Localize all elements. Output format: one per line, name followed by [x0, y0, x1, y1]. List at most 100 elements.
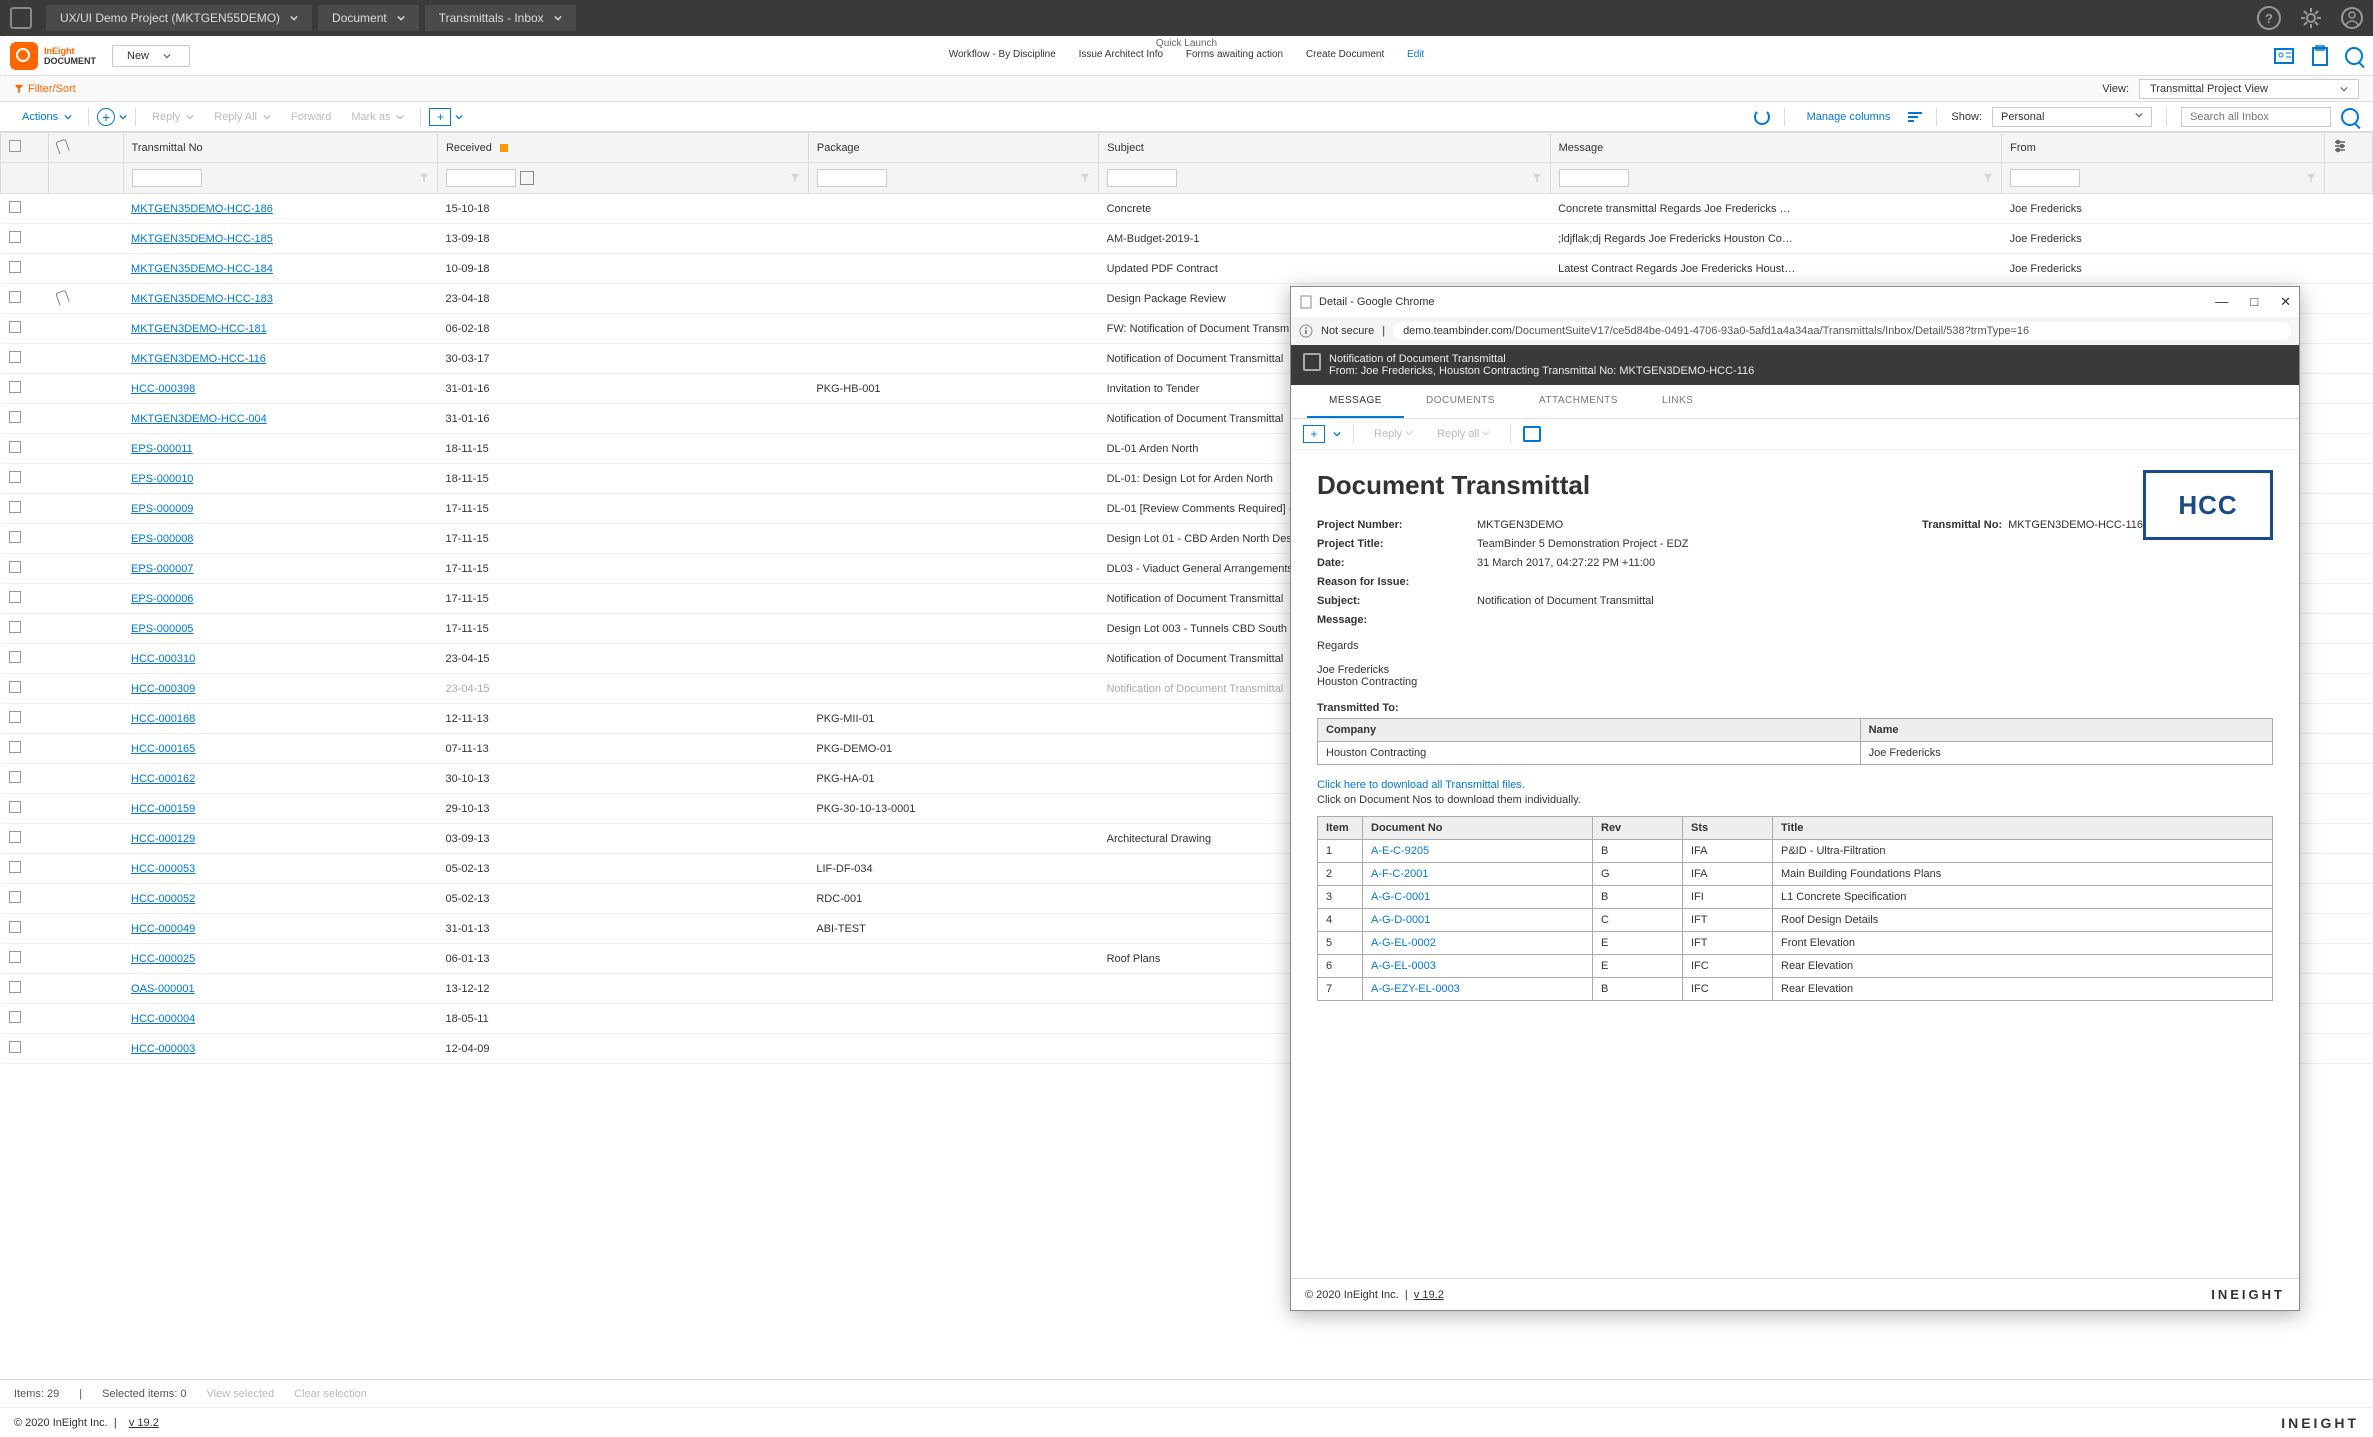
row-checkbox[interactable]: [9, 591, 21, 603]
col-from[interactable]: From: [2002, 133, 2325, 163]
table-row[interactable]: MKTGEN35DEMO-HCC-18615-10-18ConcreteConc…: [1, 194, 2373, 224]
search-input[interactable]: [2181, 107, 2331, 127]
manage-columns-button[interactable]: Manage columns: [1799, 107, 1899, 127]
document-link[interactable]: A-F-C-2001: [1371, 868, 1428, 880]
info-icon[interactable]: [1299, 324, 1313, 338]
ql-edit[interactable]: Edit: [1407, 49, 1424, 60]
printer-icon[interactable]: [1523, 426, 1541, 442]
row-checkbox[interactable]: [9, 291, 21, 303]
row-checkbox[interactable]: [9, 261, 21, 273]
row-checkbox[interactable]: [9, 771, 21, 783]
calendar-icon[interactable]: [520, 171, 534, 185]
row-checkbox[interactable]: [9, 741, 21, 753]
sort-icon[interactable]: [1908, 112, 1922, 122]
transmittal-link[interactable]: MKTGEN35DEMO-HCC-185: [131, 233, 273, 245]
transmittal-link[interactable]: HCC-000168: [131, 713, 195, 725]
row-checkbox[interactable]: [9, 231, 21, 243]
col-transmittal-no[interactable]: Transmittal No: [123, 133, 437, 163]
transmittal-link[interactable]: MKTGEN3DEMO-HCC-181: [131, 323, 267, 335]
tab-links[interactable]: LINKS: [1640, 385, 1715, 418]
ql-link[interactable]: Forms awaiting action: [1186, 49, 1283, 60]
panel-button[interactable]: +: [429, 108, 451, 126]
transmittal-link[interactable]: HCC-000159: [131, 803, 195, 815]
ql-link[interactable]: Issue Architect Info: [1079, 49, 1164, 60]
col-settings[interactable]: [2324, 133, 2372, 163]
popup-add-button[interactable]: +: [1303, 425, 1325, 443]
col-subject[interactable]: Subject: [1099, 133, 1551, 163]
row-checkbox[interactable]: [9, 621, 21, 633]
transmittal-link[interactable]: MKTGEN35DEMO-HCC-183: [131, 293, 273, 305]
show-dropdown[interactable]: Personal: [1992, 107, 2152, 127]
row-checkbox[interactable]: [9, 831, 21, 843]
row-checkbox[interactable]: [9, 201, 21, 213]
transmittal-link[interactable]: HCC-000162: [131, 773, 195, 785]
transmittal-link[interactable]: EPS-000010: [131, 473, 193, 485]
document-link[interactable]: A-G-EZY-EL-0003: [1371, 983, 1460, 995]
project-dropdown[interactable]: UX/UI Demo Project (MKTGEN55DEMO): [46, 5, 312, 31]
section-dropdown[interactable]: Transmittals - Inbox: [425, 5, 576, 31]
clipboard-icon[interactable]: [2309, 45, 2331, 67]
table-row[interactable]: MKTGEN35DEMO-HCC-18410-09-18Updated PDF …: [1, 254, 2373, 284]
transmittal-link[interactable]: MKTGEN3DEMO-HCC-004: [131, 413, 267, 425]
clear-selection-link[interactable]: Clear selection: [294, 1388, 367, 1400]
row-checkbox[interactable]: [9, 801, 21, 813]
transmittal-link[interactable]: EPS-000008: [131, 533, 193, 545]
search-icon[interactable]: [2345, 47, 2363, 65]
table-row[interactable]: MKTGEN35DEMO-HCC-18513-09-18AM-Budget-20…: [1, 224, 2373, 254]
col-checkbox[interactable]: [1, 133, 49, 163]
transmittal-link[interactable]: HCC-000310: [131, 653, 195, 665]
contact-card-icon[interactable]: [2273, 45, 2295, 67]
forward-button[interactable]: Forward: [283, 107, 339, 127]
row-checkbox[interactable]: [9, 921, 21, 933]
transmittal-link[interactable]: EPS-000009: [131, 503, 193, 515]
filter-message[interactable]: [1559, 169, 1629, 187]
filter-package[interactable]: [817, 169, 887, 187]
document-link[interactable]: A-G-D-0001: [1371, 914, 1430, 926]
transmittal-link[interactable]: HCC-000049: [131, 923, 195, 935]
filter-from[interactable]: [2010, 169, 2080, 187]
mark-as-button[interactable]: Mark as: [343, 107, 412, 127]
transmittal-link[interactable]: HCC-000003: [131, 1043, 195, 1055]
actions-dropdown[interactable]: Actions: [14, 107, 80, 127]
transmittal-link[interactable]: MKTGEN35DEMO-HCC-184: [131, 263, 273, 275]
row-checkbox[interactable]: [9, 441, 21, 453]
row-checkbox[interactable]: [9, 531, 21, 543]
panel-dropdown-chevron-icon[interactable]: [455, 113, 463, 121]
user-icon[interactable]: [2341, 7, 2363, 29]
view-selected-link[interactable]: View selected: [206, 1388, 274, 1400]
tab-message[interactable]: MESSAGE: [1307, 385, 1404, 418]
row-checkbox[interactable]: [9, 711, 21, 723]
col-message[interactable]: Message: [1550, 133, 2002, 163]
filter-received[interactable]: [446, 169, 516, 187]
funnel-icon[interactable]: [2306, 173, 2316, 183]
document-link[interactable]: A-G-EL-0003: [1371, 960, 1436, 972]
funnel-icon[interactable]: [1983, 173, 1993, 183]
reply-button[interactable]: Reply: [144, 107, 202, 127]
transmittal-link[interactable]: MKTGEN3DEMO-HCC-116: [131, 353, 266, 365]
row-checkbox[interactable]: [9, 471, 21, 483]
row-checkbox[interactable]: [9, 861, 21, 873]
funnel-icon[interactable]: [1532, 173, 1542, 183]
transmittal-link[interactable]: EPS-000005: [131, 623, 193, 635]
tab-documents[interactable]: DOCUMENTS: [1404, 385, 1517, 418]
row-checkbox[interactable]: [9, 411, 21, 423]
row-checkbox[interactable]: [9, 951, 21, 963]
transmittal-link[interactable]: OAS-000001: [131, 983, 195, 995]
help-icon[interactable]: ?: [2257, 6, 2281, 30]
add-dropdown-chevron-icon[interactable]: [119, 113, 127, 121]
window-minimize-icon[interactable]: —: [2215, 294, 2228, 310]
funnel-icon[interactable]: [790, 173, 800, 183]
transmittal-link[interactable]: MKTGEN35DEMO-HCC-186: [131, 203, 273, 215]
tab-attachments[interactable]: ATTACHMENTS: [1517, 385, 1640, 418]
transmittal-link[interactable]: HCC-000165: [131, 743, 195, 755]
transmittal-link[interactable]: HCC-000398: [131, 383, 195, 395]
transmittal-link[interactable]: HCC-000052: [131, 893, 195, 905]
filter-sort-button[interactable]: Filter/Sort: [14, 83, 76, 95]
transmittal-link[interactable]: HCC-000004: [131, 1013, 195, 1025]
row-checkbox[interactable]: [9, 1011, 21, 1023]
row-checkbox[interactable]: [9, 321, 21, 333]
view-dropdown[interactable]: Transmittal Project View: [2139, 79, 2359, 99]
popup-add-chevron-icon[interactable]: [1333, 430, 1341, 438]
url-input[interactable]: demo.teambinder.com/DocumentSuiteV17/ce5…: [1393, 322, 2291, 340]
row-checkbox[interactable]: [9, 981, 21, 993]
